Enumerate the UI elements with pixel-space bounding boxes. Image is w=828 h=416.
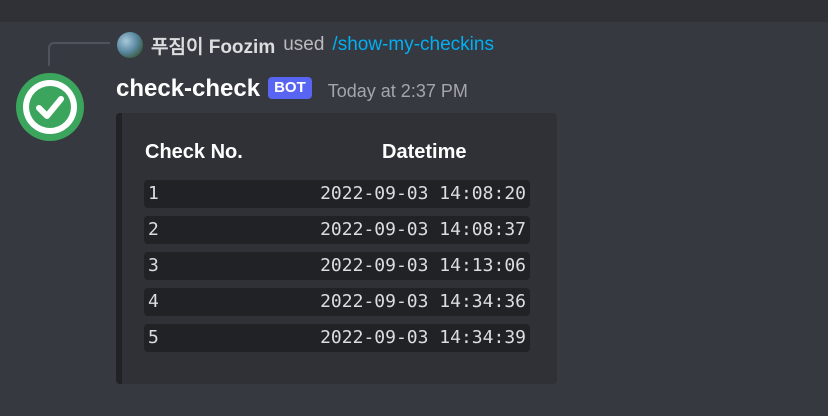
table-row: 5 2022-09-03 14:34:39	[144, 324, 530, 352]
table-row: 4 2022-09-03 14:34:36	[144, 288, 530, 316]
table-row: 2 2022-09-03 14:08:37	[144, 216, 530, 244]
check-datetime: 2022-09-03 14:34:36	[320, 291, 526, 312]
reply-command-link[interactable]: /show-my-checkins	[332, 34, 494, 56]
check-datetime: 2022-09-03 14:08:37	[320, 219, 526, 240]
reply-context[interactable]: 푸짐이 Foozim used /show-my-checkins	[117, 30, 494, 60]
table-row: 3 2022-09-03 14:13:06	[144, 252, 530, 280]
check-number: 3	[148, 255, 159, 276]
bot-avatar[interactable]	[16, 73, 84, 141]
check-number: 1	[148, 183, 159, 204]
column-header-datetime: Datetime	[382, 141, 467, 163]
check-datetime: 2022-09-03 14:34:39	[320, 327, 526, 348]
column-header-check-no: Check No.	[145, 141, 243, 163]
reply-spine	[48, 42, 110, 66]
reply-used-text: used	[283, 34, 325, 55]
message-timestamp[interactable]: Today at 2:37 PM	[328, 81, 468, 102]
top-strip	[0, 0, 828, 22]
bot-username[interactable]: check-check	[116, 75, 260, 103]
table-row: 1 2022-09-03 14:08:20	[144, 180, 530, 208]
check-number: 5	[148, 327, 159, 348]
check-datetime: 2022-09-03 14:08:20	[320, 183, 526, 204]
check-number: 2	[148, 219, 159, 240]
message-header: check-check BOT Today at 2:37 PM	[116, 72, 468, 106]
reply-user-avatar[interactable]	[117, 32, 143, 58]
bot-tag: BOT	[268, 77, 312, 99]
check-circle-icon	[23, 80, 77, 134]
check-number: 4	[148, 291, 159, 312]
reply-username[interactable]: 푸짐이 Foozim	[151, 32, 275, 59]
check-datetime: 2022-09-03 14:13:06	[320, 255, 526, 276]
